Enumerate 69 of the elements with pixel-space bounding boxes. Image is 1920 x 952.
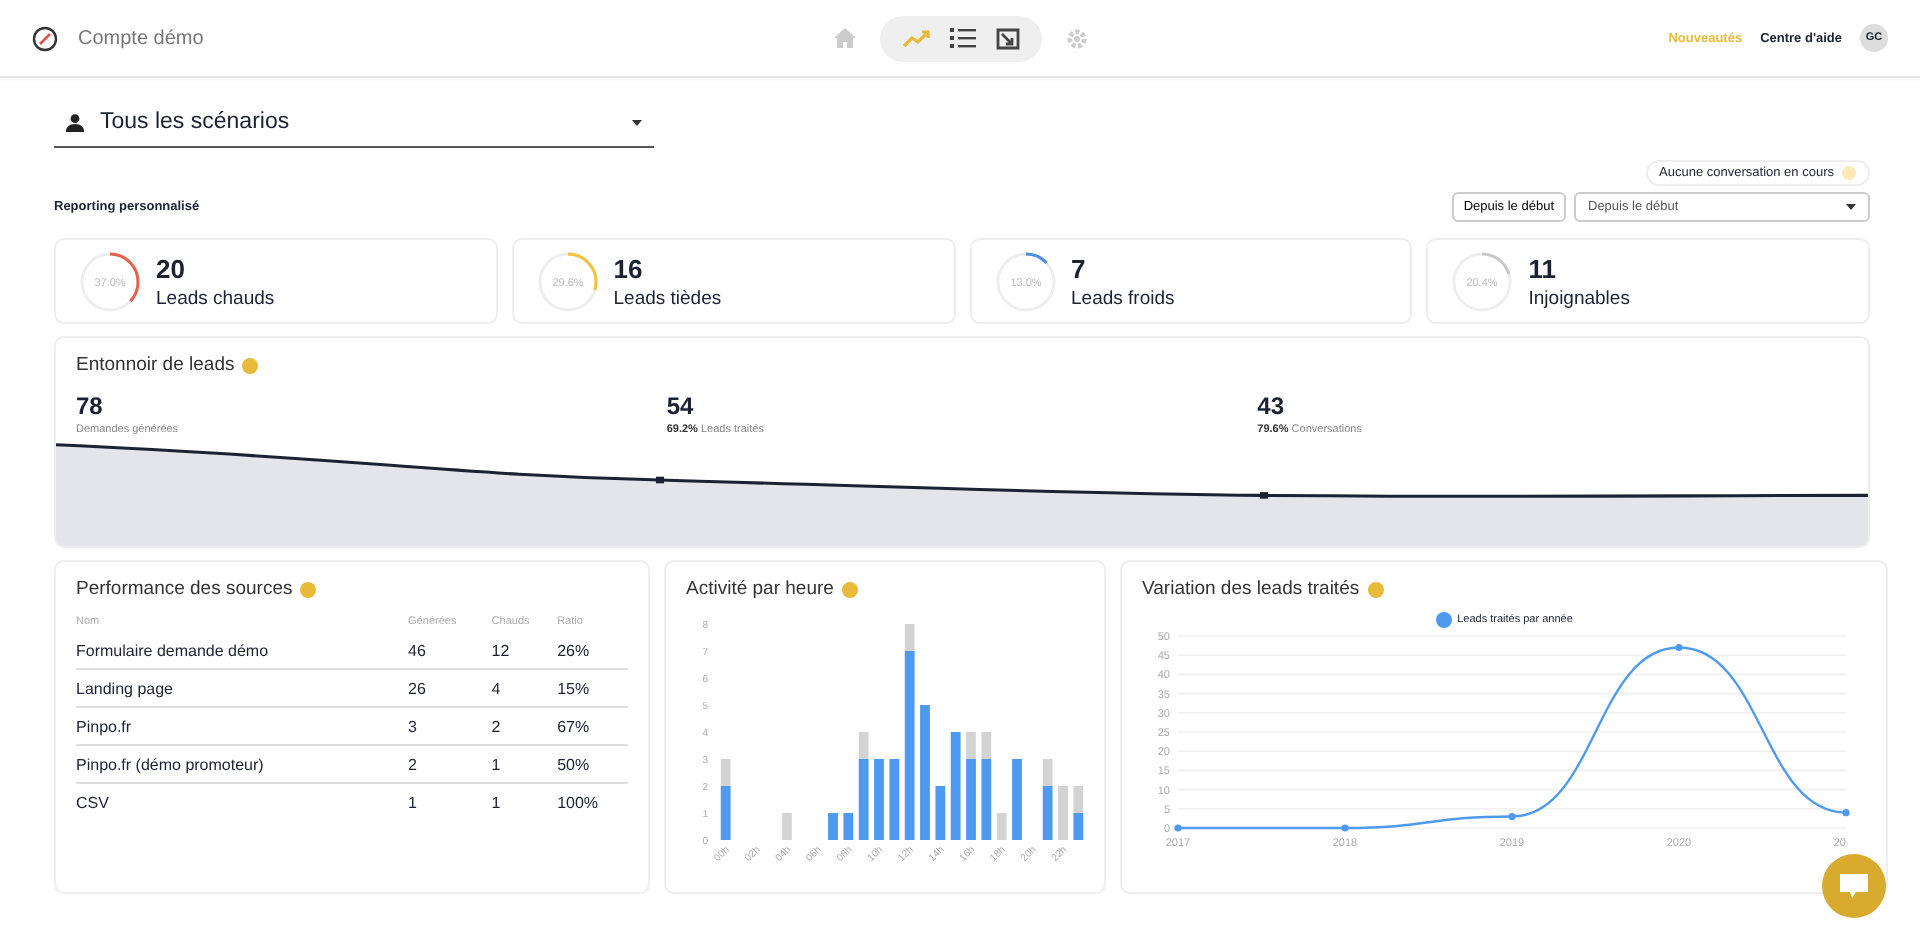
stat-value: 11 — [1528, 253, 1558, 283]
bar — [935, 786, 946, 840]
bar — [996, 813, 1007, 840]
bar — [1058, 786, 1068, 840]
funnel-value: 78 — [76, 392, 105, 420]
stat-label: Leads chauds — [156, 287, 275, 309]
bar — [782, 813, 792, 840]
stat-value: 7 — [1071, 253, 1088, 283]
legend-dot — [1435, 612, 1452, 628]
home-icon[interactable] — [833, 28, 855, 48]
export-icon — [995, 27, 1019, 49]
table-cell: 26% — [557, 632, 628, 669]
table-cell: 1 — [491, 783, 558, 820]
info-icon[interactable] — [242, 357, 259, 373]
table-cell: 50% — [557, 745, 628, 783]
table-cell: Formulaire demande démo — [76, 632, 409, 669]
funnel-value: 43 — [1257, 392, 1287, 420]
info-icon[interactable] — [1367, 581, 1384, 597]
bar — [1012, 759, 1022, 840]
table-cell: 15% — [557, 669, 628, 707]
bar — [828, 813, 838, 840]
bar — [843, 813, 854, 840]
stat-value: 16 — [613, 253, 645, 283]
bar — [950, 732, 961, 840]
data-point — [1174, 824, 1182, 832]
person-icon — [66, 113, 84, 131]
gauge-icon — [32, 25, 58, 51]
table-cell: 3 — [408, 707, 492, 745]
bar — [889, 759, 900, 840]
trend-icon — [901, 28, 929, 48]
caret-icon — [632, 119, 642, 125]
card-title: Variation des leads traités — [1142, 578, 1360, 600]
caret-icon — [1846, 204, 1856, 210]
bar — [920, 705, 930, 840]
card-title: Activité par heure — [686, 578, 834, 600]
table-cell: 4 — [491, 669, 558, 707]
data-point — [1675, 643, 1683, 652]
data-point — [1341, 824, 1349, 832]
stat-label: Leads tièdes — [613, 287, 722, 309]
funnel-value: 54 — [666, 392, 696, 420]
data-point — [1508, 812, 1516, 821]
info-icon[interactable] — [300, 581, 317, 597]
table-cell: 100% — [557, 783, 628, 820]
chat-button[interactable] — [1822, 854, 1886, 918]
table-cell: 67% — [557, 707, 628, 745]
stat-label: Injoignables — [1528, 287, 1630, 309]
settings-icon[interactable] — [1065, 27, 1087, 49]
list-icon — [949, 28, 975, 48]
table-cell: Pinpo.fr — [76, 707, 409, 745]
table-cell: 26 — [408, 669, 492, 707]
table-cell: 2 — [491, 707, 558, 745]
table-cell: 1 — [491, 745, 558, 783]
data-point — [1842, 809, 1850, 817]
card-title: Entonnoir de leads — [76, 354, 235, 376]
chat-icon — [1840, 874, 1868, 898]
table-cell: Pinpo.fr (démo promoteur) — [76, 745, 409, 783]
bar — [874, 759, 884, 840]
table-cell: 12 — [491, 632, 558, 669]
table-cell: 1 — [408, 783, 492, 820]
table-cell: 46 — [408, 632, 492, 669]
table-cell: 2 — [408, 745, 492, 783]
card-title: Performance des sources — [76, 578, 293, 600]
table-cell: Landing page — [76, 669, 409, 707]
scenario-select[interactable]: Tous les scénarios — [54, 102, 654, 148]
account-name: Compte démo — [78, 27, 204, 49]
stat-label: Leads froids — [1071, 287, 1175, 309]
info-icon[interactable] — [841, 581, 858, 597]
table-cell: CSV — [76, 783, 409, 820]
stat-value: 20 — [156, 253, 187, 283]
